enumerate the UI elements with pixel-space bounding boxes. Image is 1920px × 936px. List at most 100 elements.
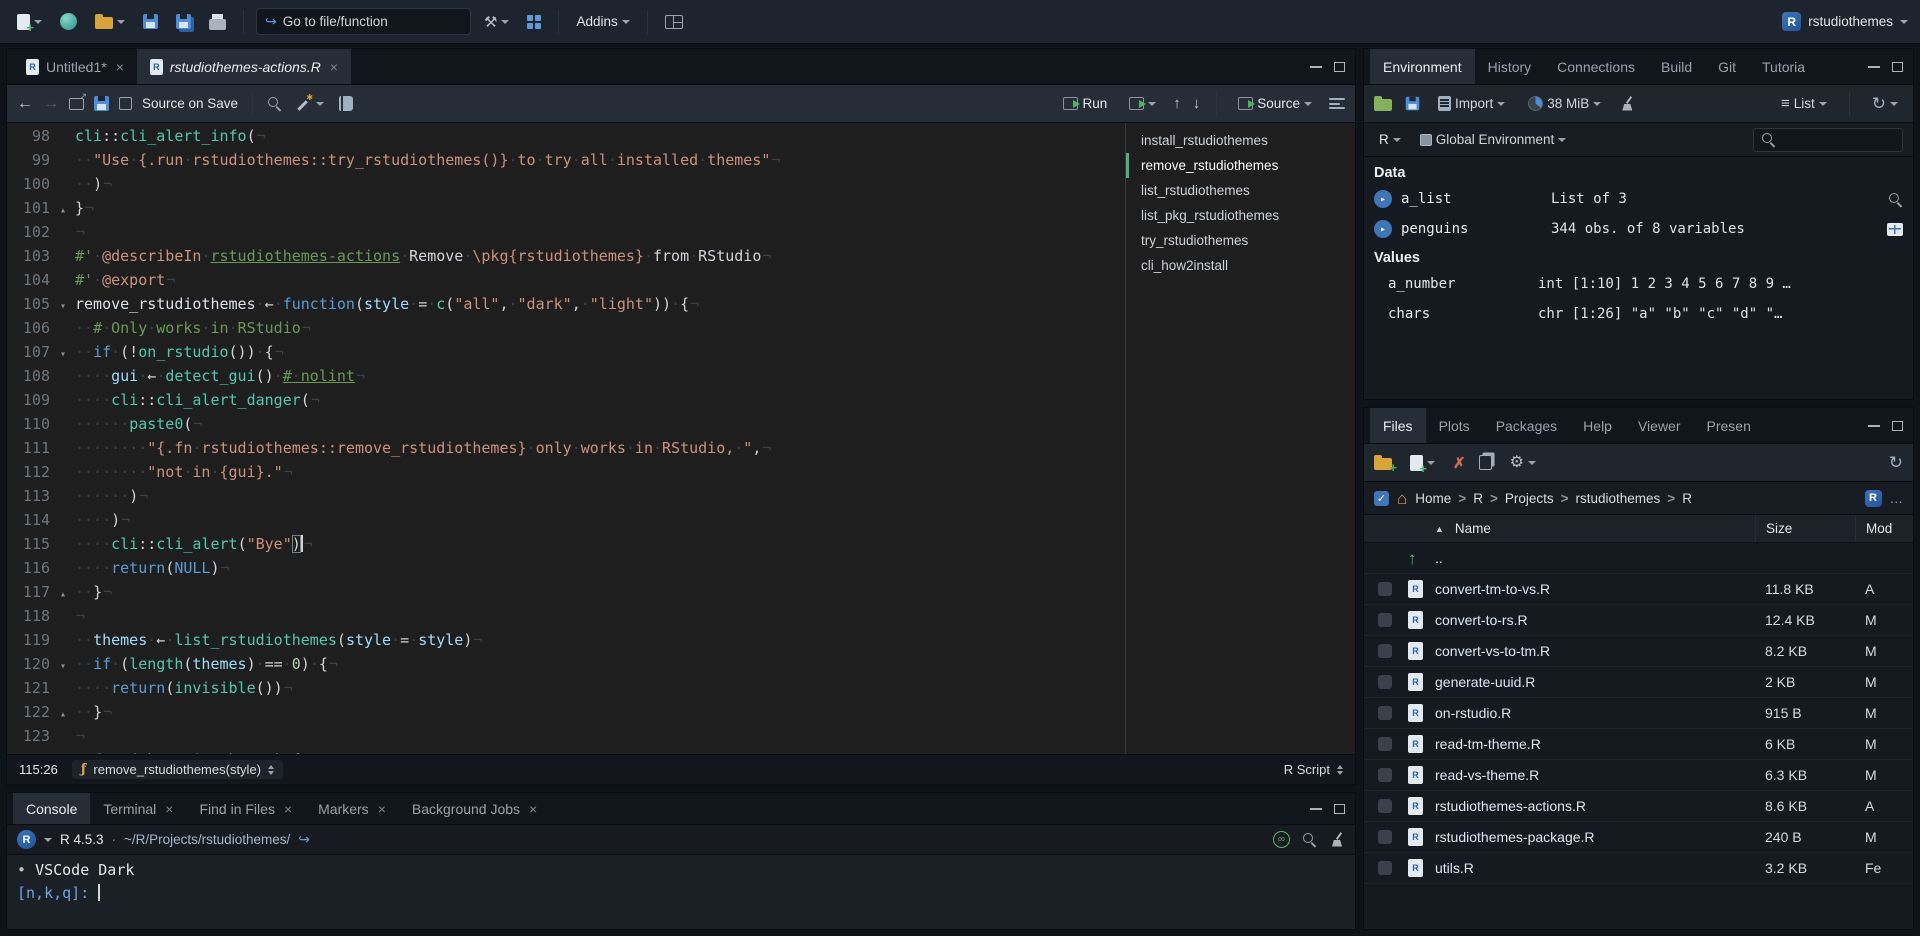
console-tab[interactable]: Find in Files×	[186, 793, 305, 824]
clear-console-icon[interactable]	[1329, 832, 1345, 848]
select-all-checkbox[interactable]: ✓	[1374, 491, 1389, 506]
new-file-button[interactable]	[12, 10, 47, 34]
new-blank-file-button[interactable]	[1405, 451, 1440, 475]
language-selector[interactable]: R	[1374, 128, 1406, 151]
rerun-button[interactable]	[1124, 93, 1161, 114]
outline-item[interactable]: list_rstudiothemes	[1126, 178, 1355, 203]
find-replace-icon[interactable]	[267, 96, 282, 111]
back-button[interactable]: ←	[17, 95, 33, 113]
breadcrumb-item[interactable]: R	[1682, 491, 1692, 506]
view-table-icon[interactable]	[1887, 223, 1903, 236]
environment-tab[interactable]: Git	[1705, 49, 1749, 84]
r-logo-icon[interactable]: R	[17, 830, 36, 849]
code-line[interactable]: 105▾remove_rstudiothemes·←·function(styl…	[7, 292, 1125, 316]
addins-button[interactable]: Addins	[571, 10, 634, 33]
print-button[interactable]	[204, 10, 231, 34]
code-line[interactable]: 121····return(invisible())¬	[7, 676, 1125, 700]
files-tab[interactable]: Files	[1370, 408, 1426, 443]
goto-file-input[interactable]	[283, 14, 462, 29]
breadcrumb-item[interactable]: rstudiothemes	[1576, 491, 1661, 506]
code-line[interactable]: 109····cli::cli_alert_danger(¬	[7, 388, 1125, 412]
close-tab-icon[interactable]: ×	[116, 59, 124, 75]
new-folder-button[interactable]: +	[1374, 458, 1392, 470]
code-line[interactable]: 123¬	[7, 724, 1125, 748]
load-workspace-icon[interactable]	[1374, 99, 1392, 111]
minimize-icon[interactable]	[1868, 425, 1880, 427]
more-file-commands-button[interactable]: ⚙	[1505, 451, 1541, 475]
code-line[interactable]: 108····gui·←·detect_gui()·#·nolint¬	[7, 364, 1125, 388]
code-line[interactable]: 99··"Use·{.run·rstudiothemes::try_rstudi…	[7, 148, 1125, 172]
code-line[interactable]: 115····cli::cli_alert("Bye")¬	[7, 532, 1125, 556]
delete-file-button[interactable]: ✗	[1453, 454, 1466, 472]
column-header-size[interactable]: Size	[1755, 515, 1855, 542]
environment-tab[interactable]: Build	[1648, 49, 1705, 84]
code-line[interactable]: 101▴}¬	[7, 196, 1125, 220]
outline-item[interactable]: list_pkg_rstudiothemes	[1126, 203, 1355, 228]
chevron-down-icon[interactable]	[44, 838, 52, 842]
files-tab[interactable]: Help	[1570, 408, 1625, 443]
code-line[interactable]: 113······)¬	[7, 484, 1125, 508]
code-line[interactable]: 118¬	[7, 604, 1125, 628]
environment-tab[interactable]: Tutorial	[1749, 49, 1805, 84]
code-line[interactable]: 104#'·@export¬	[7, 268, 1125, 292]
row-checkbox[interactable]	[1378, 644, 1392, 658]
row-checkbox[interactable]	[1378, 830, 1392, 844]
save-all-button[interactable]	[171, 10, 196, 33]
new-project-button[interactable]	[55, 9, 82, 34]
expand-icon[interactable]: ▸	[1374, 190, 1392, 208]
env-row[interactable]: a_numberint [1:10] 1 2 3 4 5 6 7 8 9 …	[1364, 269, 1913, 299]
outline-item[interactable]: install_rstudiothemes	[1126, 128, 1355, 153]
environment-tab[interactable]: History	[1475, 49, 1545, 84]
close-tab-icon[interactable]: ×	[378, 801, 386, 817]
code-line[interactable]: 117▴··}¬	[7, 580, 1125, 604]
copy-file-button[interactable]	[1479, 455, 1492, 470]
file-row[interactable]: Rread-vs-theme.R6.3 KBM	[1364, 760, 1913, 791]
console-tab[interactable]: Markers×	[305, 793, 399, 824]
code-tools-button[interactable]	[292, 92, 329, 115]
refresh-files-button[interactable]: ↻	[1889, 454, 1903, 471]
code-line[interactable]: 107▾··if·(!on_rstudio())·{¬	[7, 340, 1125, 364]
r-project-icon[interactable]: R	[1865, 490, 1882, 507]
code-line[interactable]: 110······paste0(¬	[7, 412, 1125, 436]
breadcrumb-ellipsis[interactable]: …	[1890, 491, 1904, 506]
code-area[interactable]: 98cli::cli_alert_info(¬99··"Use·{.run·rs…	[7, 123, 1125, 754]
file-row[interactable]: Rconvert-vs-to-tm.R8.2 KBM	[1364, 636, 1913, 667]
close-tab-icon[interactable]: ×	[529, 801, 537, 817]
code-line[interactable]: 98cli::cli_alert_info(¬	[7, 124, 1125, 148]
source-button[interactable]: Source	[1233, 92, 1317, 115]
row-checkbox[interactable]	[1378, 768, 1392, 782]
list-view-button[interactable]: ≡List	[1776, 91, 1832, 116]
row-checkbox[interactable]	[1378, 582, 1392, 596]
document-outline-toggle[interactable]	[1329, 98, 1345, 109]
project-menu[interactable]: R rstudiothemes	[1782, 12, 1908, 31]
env-row[interactable]: charschr [1:26] "a" "b" "c" "d" "…	[1364, 299, 1913, 329]
memory-usage-button[interactable]: 38 MiB	[1523, 92, 1606, 115]
code-line[interactable]: 116····return(NULL)¬	[7, 556, 1125, 580]
editor-tab[interactable]: RUntitled1*×	[13, 49, 137, 84]
code-line[interactable]: 100··)¬	[7, 172, 1125, 196]
outline-item[interactable]: try_rstudiothemes	[1126, 228, 1355, 253]
maximize-icon[interactable]	[1892, 421, 1903, 431]
file-row[interactable]: ↑..	[1364, 543, 1913, 574]
expand-icon[interactable]: ▸	[1374, 220, 1392, 238]
code-line[interactable]: 120▾··if·(length(themes)·==·0)·{¬	[7, 652, 1125, 676]
code-line[interactable]: 111········"{.fn·rstudiothemes::remove_r…	[7, 436, 1125, 460]
run-button[interactable]: Run	[1058, 92, 1112, 115]
code-line[interactable]: 119··themes·←·list_rstudiothemes(style·=…	[7, 628, 1125, 652]
next-chunk-button[interactable]: ↓	[1193, 95, 1201, 112]
save-icon[interactable]	[94, 96, 109, 111]
files-tab[interactable]: Viewer	[1625, 408, 1694, 443]
outline-item[interactable]: cli_how2install	[1126, 253, 1355, 278]
env-row[interactable]: ▸a_listList of 3	[1364, 184, 1913, 214]
save-button[interactable]	[138, 10, 163, 33]
scope-dropdown[interactable]: ƒ remove_rstudiothemes(style)	[72, 760, 283, 779]
tools-button[interactable]: ⚒	[479, 9, 514, 35]
env-row[interactable]: ▸penguins344 obs. of 8 variables	[1364, 214, 1913, 244]
row-checkbox[interactable]	[1378, 675, 1392, 689]
memory-usage-icon[interactable]: ∞	[1273, 831, 1290, 848]
close-tab-icon[interactable]: ×	[284, 801, 292, 817]
code-line[interactable]: 122▴··}¬	[7, 700, 1125, 724]
code-line[interactable]: 114····)¬	[7, 508, 1125, 532]
maximize-icon[interactable]	[1892, 62, 1903, 72]
close-tab-icon[interactable]: ×	[330, 59, 338, 75]
